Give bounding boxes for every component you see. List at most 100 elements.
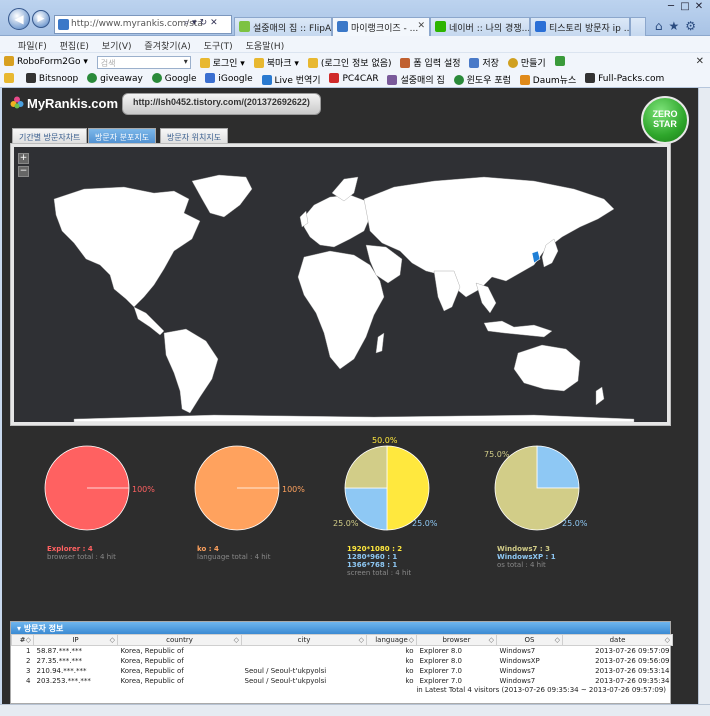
dropdown-icon[interactable]: ▾: [192, 18, 200, 28]
favorite-live-translator[interactable]: Live 번역기: [261, 73, 321, 86]
roboform-button[interactable]: RoboForm2Go ▾: [4, 56, 88, 67]
stop-icon[interactable]: ✕: [210, 18, 221, 28]
make-button[interactable]: 만들기: [507, 56, 546, 69]
home-icon[interactable]: ⌂: [655, 19, 669, 33]
add-favorite-button[interactable]: [4, 73, 17, 84]
back-arrow-icon: ◀: [14, 12, 24, 26]
favorite-daum-news[interactable]: Daum뉴스: [519, 73, 576, 86]
refresh-icon[interactable]: ↻: [200, 18, 211, 28]
home-button[interactable]: [554, 56, 568, 67]
cell-city: [242, 656, 367, 666]
table-row[interactable]: 3 210.94.***.*** Korea, Republic of Seou…: [12, 666, 673, 676]
menu-tools[interactable]: 도구(T): [204, 42, 233, 52]
menu-edit[interactable]: 편집(E): [60, 42, 89, 52]
menu-bar: 파일(F) 편집(E) 보기(V) 즐겨찾기(A) 도구(T) 도움말(H): [0, 36, 710, 52]
vertical-scrollbar[interactable]: [698, 88, 710, 704]
map-australia: [513, 344, 581, 392]
tab-flipal[interactable]: 설중매의 집 :: FlipAl...: [234, 17, 332, 36]
table-row[interactable]: 2 27.35.***.*** Korea, Republic of ko Ex…: [12, 656, 673, 666]
tab-tistory[interactable]: 티스토리 방문자 ip ...: [530, 17, 630, 36]
map-north-america: [53, 186, 201, 308]
table-row[interactable]: 4 203.253.***.*** Korea, Republic of Seo…: [12, 676, 673, 686]
cell-browser: Explorer 7.0: [419, 666, 463, 675]
zoom-in-button[interactable]: +: [18, 153, 29, 164]
legend-item: 1366*768 : 1: [347, 561, 398, 569]
favorite-giveaway[interactable]: giveaway: [87, 73, 143, 84]
save-button[interactable]: 저장: [469, 56, 499, 69]
favorite-bitsnoop[interactable]: Bitsnoop: [25, 73, 78, 84]
close-tab-icon[interactable]: ✕: [417, 21, 425, 31]
pie-slice[interactable]: [344, 445, 388, 489]
tab-myrankis[interactable]: 마이랭크이즈 - ... ✕: [332, 17, 430, 36]
world-map[interactable]: + −: [14, 147, 667, 422]
legend-item: 1280*960 : 1: [347, 553, 398, 561]
visitor-info-header[interactable]: ▾ 방문자 정보: [11, 622, 670, 634]
search-icon[interactable]: ⌕: [184, 18, 192, 28]
close-toolbar-icon[interactable]: ✕: [696, 56, 704, 67]
tab-naver[interactable]: 네이버 :: 나의 경쟁...: [430, 17, 530, 36]
zoom-out-button[interactable]: −: [18, 166, 29, 177]
menu-favorites[interactable]: 즐겨찾기(A): [144, 42, 190, 52]
visitor-summary: in Latest Total 4 visitors (2013-07-26 0…: [416, 685, 666, 694]
column-header-num[interactable]: # ◇: [11, 634, 34, 646]
favorite-google[interactable]: Google: [151, 73, 197, 84]
login-button[interactable]: 로그인 ▾: [199, 56, 245, 69]
favorite-seoljungmae[interactable]: 설중매의 집: [387, 73, 445, 86]
tab-distribution-map[interactable]: 방문자 분포지도: [88, 128, 157, 144]
roboform-icon: [4, 56, 14, 66]
pie-slice[interactable]: [536, 445, 580, 489]
menu-view[interactable]: 보기(V): [102, 42, 132, 52]
cell-language: ko: [405, 666, 414, 675]
cell-ip: 203.253.***.***: [36, 676, 91, 685]
back-button[interactable]: ◀: [8, 8, 30, 30]
cell-os: WindowsXP: [499, 656, 540, 665]
cell-num: 1: [26, 646, 31, 655]
tab-favicon: [435, 21, 446, 32]
forward-button[interactable]: ▶: [32, 10, 50, 28]
pie-slice[interactable]: [386, 445, 430, 531]
horizontal-scrollbar[interactable]: [0, 704, 710, 716]
column-header-language[interactable]: language ◇: [366, 634, 417, 646]
tab-period-chart[interactable]: 기간별 방문자차트: [12, 128, 88, 144]
close-window-icon[interactable]: ✕: [692, 1, 706, 12]
gear-icon[interactable]: ⚙: [685, 19, 702, 33]
favorite-pc4car[interactable]: PC4CAR: [329, 73, 379, 84]
column-header-city[interactable]: city ◇: [241, 634, 367, 646]
favorite-windows-forum[interactable]: 윈도우 포럼: [453, 73, 511, 86]
map-new-zealand: [595, 386, 605, 406]
sort-icon: ◇: [358, 636, 364, 644]
favorite-full-packs[interactable]: Full-Packs.com: [585, 73, 664, 84]
tab-location-map[interactable]: 방문자 위치지도: [160, 128, 229, 144]
pie-percent-label: 25.0%: [562, 519, 588, 528]
new-tab-button[interactable]: [630, 17, 646, 36]
sort-icon: ◇: [488, 636, 494, 644]
cell-ip: 210.94.***.***: [36, 666, 87, 675]
column-header-browser[interactable]: browser ◇: [416, 634, 497, 646]
bitsnoop-icon: [25, 73, 36, 83]
login-info-button[interactable]: (로그인 정보 없음): [307, 56, 392, 69]
cell-browser: Explorer 8.0: [419, 656, 463, 665]
zero-star-badge[interactable]: ZERO STAR: [641, 96, 689, 144]
form-settings-button[interactable]: 폼 입력 설정: [400, 56, 461, 69]
column-header-country[interactable]: country ◇: [117, 634, 242, 646]
column-header-ip[interactable]: IP ◇: [33, 634, 118, 646]
column-header-os[interactable]: OS ◇: [496, 634, 563, 646]
column-header-date[interactable]: date ◇: [562, 634, 673, 646]
bookmark-button[interactable]: 북마크 ▾: [253, 56, 299, 69]
site-logo[interactable]: MyRankis.com: [10, 96, 118, 111]
favorites-star-icon: [4, 73, 14, 83]
menu-help[interactable]: 도움말(H): [246, 42, 285, 52]
map-central-america: [133, 306, 165, 336]
menu-file[interactable]: 파일(F): [18, 42, 47, 52]
minimize-icon[interactable]: ─: [664, 1, 678, 12]
legend-item: WindowsXP : 1: [497, 553, 556, 561]
toolbar-search-input[interactable]: 검색 ▾: [96, 56, 191, 69]
favorite-igoogle[interactable]: iGoogle: [205, 73, 253, 84]
map-southeast-asia: [475, 282, 497, 314]
table-row[interactable]: 1 58.87.***.*** Korea, Republic of ko Ex…: [12, 646, 673, 656]
favorites-star-icon[interactable]: ★: [668, 19, 685, 33]
igoogle-icon: [205, 73, 216, 83]
legend-total: browser total : 4 hit: [47, 553, 116, 561]
map-indonesia: [483, 320, 553, 338]
maximize-icon[interactable]: □: [678, 1, 692, 12]
